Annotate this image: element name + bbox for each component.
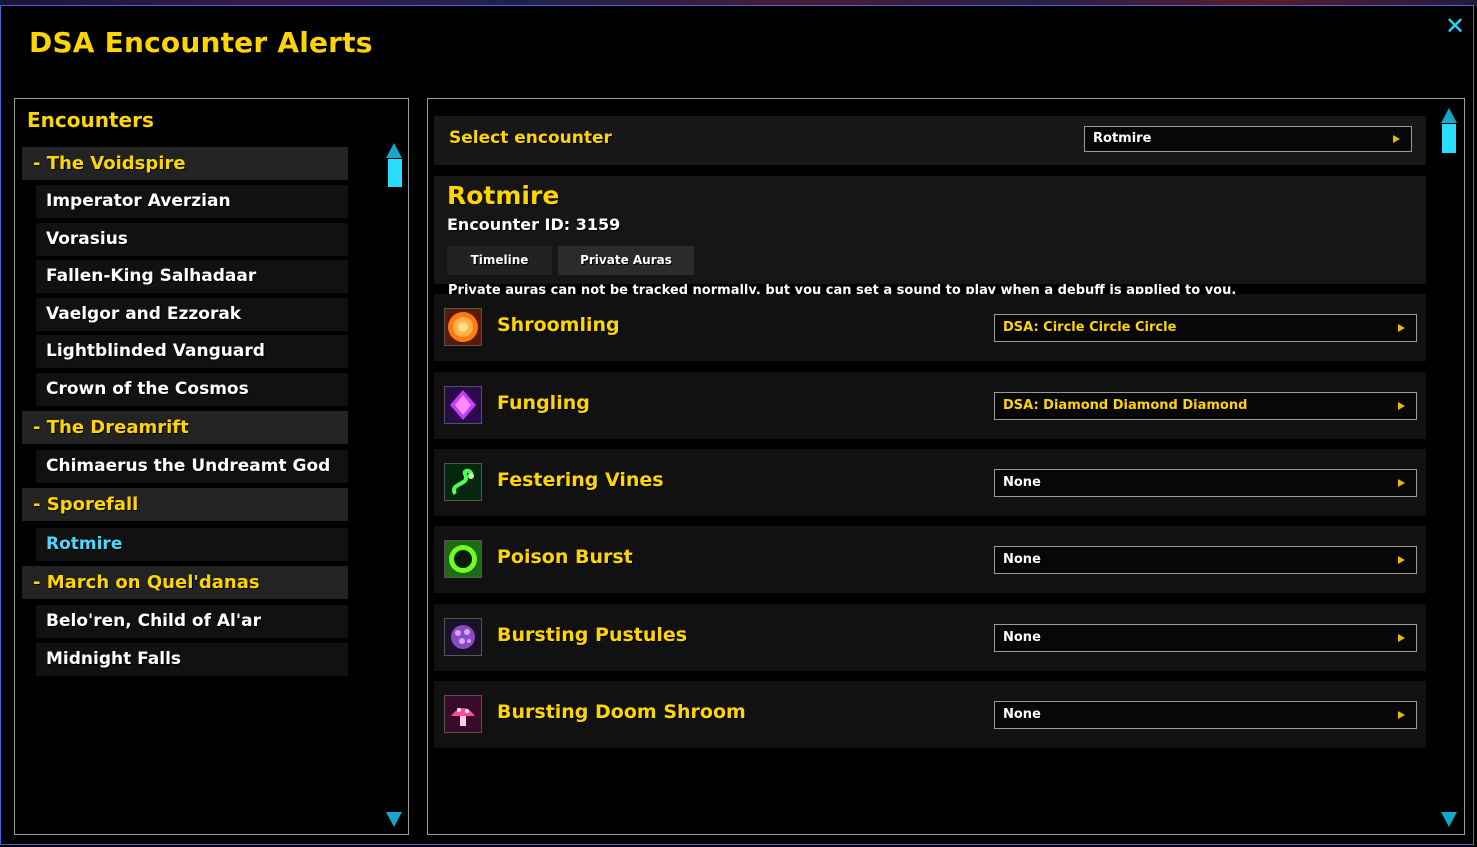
encounter-item-vorasius[interactable]: Vorasius	[36, 223, 348, 256]
sound-dropdown-festering-vines[interactable]: None	[994, 469, 1417, 497]
select-encounter-bar: Select encounter Rotmire	[434, 116, 1426, 165]
aura-name: Shroomling	[497, 314, 620, 336]
aura-row-poison-burst: Poison Burst None	[434, 526, 1426, 593]
sound-dropdown-shroomling[interactable]: DSA: Circle Circle Circle	[994, 314, 1417, 342]
sound-dropdown-value: DSA: Circle Circle Circle	[1003, 320, 1177, 335]
scroll-down-icon[interactable]	[386, 812, 402, 827]
dropdown-arrow-icon	[1398, 324, 1405, 332]
aura-row-fungling: Fungling DSA: Diamond Diamond Diamond	[434, 372, 1426, 439]
orange-orb-icon	[444, 308, 482, 346]
sound-dropdown-value: None	[1003, 630, 1041, 645]
purple-crystal-icon	[444, 386, 482, 424]
dropdown-arrow-icon	[1398, 711, 1405, 719]
green-vine-icon	[444, 463, 482, 501]
encounter-group-march-on-quel-danas[interactable]: - March on Quel'danas	[22, 566, 348, 599]
dropdown-arrow-icon	[1398, 556, 1405, 564]
scroll-down-icon[interactable]	[1441, 812, 1457, 827]
aura-name: Fungling	[497, 392, 590, 414]
tab-timeline[interactable]: Timeline	[447, 246, 552, 275]
encounter-item-fallen-king-salhadaar[interactable]: Fallen-King Salhadaar	[36, 260, 348, 293]
aura-row-festering-vines: Festering Vines None	[434, 449, 1426, 516]
dropdown-arrow-icon	[1398, 402, 1405, 410]
encounters-panel: Encounters - The Voidspire Imperator Aver…	[14, 98, 409, 835]
select-encounter-label: Select encounter	[449, 128, 612, 148]
aura-row-bursting-doom-shroom: Bursting Doom Shroom None	[434, 681, 1426, 748]
encounter-item-rotmire[interactable]: Rotmire	[36, 528, 348, 561]
sound-dropdown-value: None	[1003, 552, 1041, 567]
scrollbar-thumb[interactable]	[388, 159, 402, 187]
aura-row-bursting-pustules: Bursting Pustules None	[434, 604, 1426, 671]
window-title: DSA Encounter Alerts	[29, 26, 373, 59]
dropdown-arrow-icon	[1398, 479, 1405, 487]
encounter-header: Rotmire Encounter ID: 3159 Timeline Priv…	[434, 176, 1426, 284]
scrollbar-thumb[interactable]	[1442, 124, 1456, 153]
encounter-id: Encounter ID: 3159	[447, 215, 621, 234]
sound-dropdown-fungling[interactable]: DSA: Diamond Diamond Diamond	[994, 392, 1417, 420]
encounter-dropdown[interactable]: Rotmire	[1084, 126, 1412, 152]
sound-dropdown-bursting-pustules[interactable]: None	[994, 624, 1417, 652]
encounter-item-vaelgor-and-ezzorak[interactable]: Vaelgor and Ezzorak	[36, 298, 348, 331]
aura-name: Bursting Doom Shroom	[497, 701, 746, 723]
encounter-group-sporefall[interactable]: - Sporefall	[22, 488, 348, 521]
encounter-dropdown-value: Rotmire	[1093, 131, 1152, 146]
sound-dropdown-value: None	[1003, 707, 1041, 722]
encounters-title: Encounters	[27, 108, 154, 132]
encounter-item-midnight-falls[interactable]: Midnight Falls	[36, 643, 348, 676]
dropdown-arrow-icon	[1398, 634, 1405, 642]
sound-dropdown-value: DSA: Diamond Diamond Diamond	[1003, 398, 1248, 413]
aura-row-shroomling: Shroomling DSA: Circle Circle Circle	[434, 294, 1426, 361]
encounter-item-chimaerus-the-undreamt-god[interactable]: Chimaerus the Undreamt God	[36, 450, 348, 483]
purple-spore-icon	[444, 618, 482, 656]
aura-name: Poison Burst	[497, 546, 633, 568]
encounter-detail-panel: Select encounter Rotmire Rotmire Encount…	[427, 98, 1465, 835]
sound-dropdown-value: None	[1003, 475, 1041, 490]
dropdown-arrow-icon	[1393, 135, 1400, 143]
close-icon[interactable]: ✕	[1443, 14, 1467, 38]
encounter-item-lightblinded-vanguard[interactable]: Lightblinded Vanguard	[36, 335, 348, 368]
scroll-up-icon[interactable]	[1441, 108, 1457, 123]
green-ring-icon	[444, 540, 482, 578]
encounter-group-the-dreamrift[interactable]: - The Dreamrift	[22, 411, 348, 444]
sound-dropdown-poison-burst[interactable]: None	[994, 546, 1417, 574]
aura-name: Festering Vines	[497, 469, 664, 491]
pink-shroom-icon	[444, 695, 482, 733]
scroll-up-icon[interactable]	[386, 143, 402, 158]
encounter-item-belo-ren-child-of-al-ar[interactable]: Belo'ren, Child of Al'ar	[36, 605, 348, 638]
tab-private-auras[interactable]: Private Auras	[558, 246, 694, 275]
encounter-name: Rotmire	[447, 181, 560, 210]
encounter-group-the-voidspire[interactable]: - The Voidspire	[22, 147, 348, 180]
encounter-item-imperator-averzian[interactable]: Imperator Averzian	[36, 185, 348, 218]
encounter-item-crown-of-the-cosmos[interactable]: Crown of the Cosmos	[36, 373, 348, 406]
sound-dropdown-bursting-doom-shroom[interactable]: None	[994, 701, 1417, 729]
aura-name: Bursting Pustules	[497, 624, 688, 646]
